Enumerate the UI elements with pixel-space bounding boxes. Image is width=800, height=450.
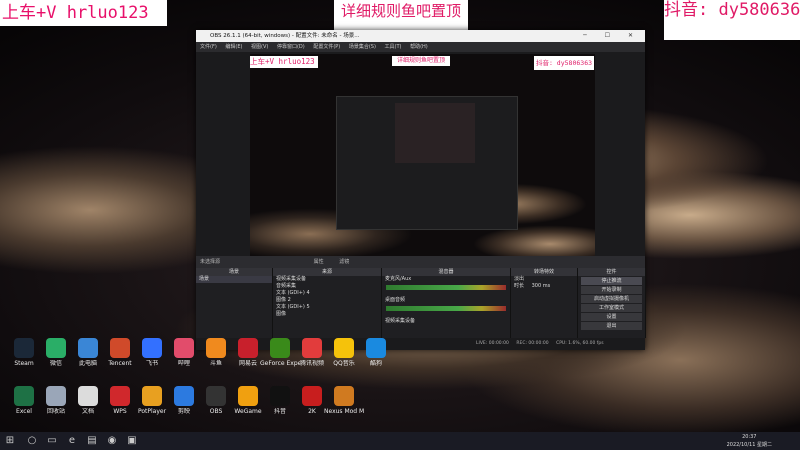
duration-label: 时长 bbox=[514, 283, 525, 289]
transition-type-select[interactable]: 淡出 bbox=[511, 276, 577, 283]
app-icon bbox=[302, 338, 322, 358]
menu-docks[interactable]: 停靠窗口(D) bbox=[277, 44, 305, 50]
source-item[interactable]: 音频采集 bbox=[273, 283, 381, 290]
mixer-channel-name: 视频采集设备 bbox=[385, 318, 416, 324]
sources-header: 来源 bbox=[273, 268, 381, 276]
app-icon bbox=[142, 386, 162, 406]
app-icon bbox=[174, 338, 194, 358]
menu-tools[interactable]: 工具(T) bbox=[385, 44, 402, 50]
explorer-icon[interactable]: ▤ bbox=[86, 435, 98, 447]
scenes-dock: 场景 场景 bbox=[196, 268, 273, 338]
app-icon bbox=[270, 386, 290, 406]
mixer-header: 混音器 bbox=[382, 268, 510, 276]
volume-meter bbox=[386, 285, 506, 290]
controls-header: 控件 bbox=[578, 268, 645, 276]
source-item[interactable]: 文本 (GDI+) 4 bbox=[273, 290, 381, 297]
edge-icon[interactable]: e bbox=[66, 435, 78, 447]
source-item[interactable]: 视频采集设备 bbox=[273, 276, 381, 283]
mixer-dock: 混音器 麦克风/Aux 桌面音频 视频采集设备 bbox=[382, 268, 511, 338]
duration-input[interactable]: 300 ms bbox=[532, 283, 551, 289]
obs-taskbar-icon[interactable]: ◉ bbox=[106, 435, 118, 447]
app-icon bbox=[78, 386, 98, 406]
source-item[interactable]: 图像 bbox=[273, 311, 381, 318]
menu-file[interactable]: 文件(F) bbox=[200, 44, 217, 50]
volume-meter bbox=[386, 306, 506, 311]
settings-button[interactable]: 设置 bbox=[581, 313, 642, 321]
app-icon bbox=[238, 386, 258, 406]
nested-obs-preview bbox=[336, 96, 518, 230]
menu-profile[interactable]: 配置文件(P) bbox=[313, 44, 340, 50]
studio-mode-button[interactable]: 工作室模式 bbox=[581, 304, 642, 312]
menu-help[interactable]: 帮助(H) bbox=[410, 44, 428, 50]
start-recording-button[interactable]: 开始录制 bbox=[581, 286, 642, 294]
transition-duration-row: 时长 300 ms bbox=[511, 283, 577, 290]
search-icon[interactable]: ○ bbox=[26, 435, 38, 447]
transitions-header: 转场特效 bbox=[511, 268, 577, 276]
scenes-header: 场景 bbox=[196, 268, 272, 276]
app-taskbar-icon[interactable]: ▣ bbox=[126, 435, 138, 447]
overlay-right-text: 抖音: dy5806363 bbox=[664, 0, 800, 40]
app-icon bbox=[110, 386, 130, 406]
app-icon bbox=[238, 338, 258, 358]
controls-dock: 控件 停止推流 开始录制 启动虚拟摄像机 工作室模式 设置 退出 bbox=[578, 268, 646, 338]
app-icon bbox=[110, 338, 130, 358]
desktop-icon[interactable]: Nexus Mod Manager bbox=[324, 386, 364, 415]
exit-button[interactable]: 退出 bbox=[581, 322, 642, 330]
transitions-dock: 转场特效 淡出 时长 300 ms bbox=[511, 268, 578, 338]
source-item[interactable]: 文本 (GDI+) 5 bbox=[273, 304, 381, 311]
filters-button[interactable]: 滤镜 bbox=[339, 259, 349, 265]
app-icon bbox=[78, 338, 98, 358]
app-icon bbox=[334, 386, 354, 406]
desktop-icons: Steam微信此电脑Tencent飞书哔哩斗鱼网易云GeForce Experi… bbox=[0, 330, 800, 430]
scene-item[interactable]: 场景 bbox=[196, 276, 272, 283]
app-icon bbox=[334, 338, 354, 358]
source-toolbar: 未选择源 属性 滤镜 bbox=[196, 256, 645, 268]
preview-canvas[interactable]: 上车+V hrluo123 详细规则鱼吧置顶 抖音: dy5806363 bbox=[250, 54, 595, 284]
app-icon bbox=[302, 386, 322, 406]
app-icon bbox=[206, 386, 226, 406]
obs-window: OBS 26.1.1 (64-bit, windows) - 配置文件: 未命名… bbox=[196, 30, 646, 350]
app-icon bbox=[14, 338, 34, 358]
menu-scene-collection[interactable]: 场景集合(S) bbox=[349, 44, 376, 50]
virtual-camera-button[interactable]: 启动虚拟摄像机 bbox=[581, 295, 642, 303]
task-view-icon[interactable]: ▭ bbox=[46, 435, 58, 447]
obs-title-bar[interactable]: OBS 26.1.1 (64-bit, windows) - 配置文件: 未命名… bbox=[196, 30, 645, 42]
desktop-icon-label: Nexus Mod Manager bbox=[324, 408, 364, 415]
overlay-middle-text: 详细规则鱼吧置顶 bbox=[334, 0, 468, 30]
preview-overlay-left: 上车+V hrluo123 bbox=[250, 56, 318, 68]
start-icon[interactable]: ⊞ bbox=[4, 435, 16, 447]
mixer-channel-name: 桌面音频 bbox=[385, 297, 406, 303]
mixer-channel-name: 麦克风/Aux bbox=[385, 276, 412, 282]
menu-view[interactable]: 视图(V) bbox=[251, 44, 268, 50]
menu-edit[interactable]: 编辑(E) bbox=[225, 44, 242, 50]
taskbar: ⊞ ○ ▭ e ▤ ◉ ▣ 20:37 2022/10/11 星期二 bbox=[0, 432, 800, 450]
preview-overlay-middle: 详细规则鱼吧置顶 bbox=[392, 56, 450, 66]
app-icon bbox=[46, 338, 66, 358]
app-icon bbox=[206, 338, 226, 358]
preview-overlay-right: 抖音: dy5806363 bbox=[534, 56, 594, 70]
app-icon bbox=[366, 338, 386, 358]
no-source-label: 未选择源 bbox=[200, 259, 221, 265]
app-icon bbox=[270, 338, 290, 358]
taskbar-clock[interactable]: 20:37 2022/10/11 星期二 bbox=[727, 433, 772, 449]
window-controls[interactable]: ─ ☐ ✕ bbox=[583, 30, 641, 42]
app-icon bbox=[142, 338, 162, 358]
app-icon bbox=[46, 386, 66, 406]
clock-time: 20:37 bbox=[742, 434, 757, 440]
nested-inner-preview bbox=[395, 103, 475, 163]
menu-bar: 文件(F) 编辑(E) 视图(V) 停靠窗口(D) 配置文件(P) 场景集合(S… bbox=[196, 42, 645, 52]
desktop-icon-label: 酷狗 bbox=[369, 360, 382, 367]
properties-button[interactable]: 属性 bbox=[314, 259, 324, 265]
window-title: OBS 26.1.1 (64-bit, windows) - 配置文件: 未命名… bbox=[210, 33, 360, 39]
clock-date: 2022/10/11 星期二 bbox=[726, 442, 772, 448]
source-item[interactable]: 图像 2 bbox=[273, 297, 381, 304]
app-icon bbox=[14, 386, 34, 406]
sources-dock: 来源 视频采集设备 音频采集 文本 (GDI+) 4 图像 2 文本 (GDI+… bbox=[273, 268, 382, 338]
desktop-icon[interactable]: 酷狗 bbox=[356, 338, 396, 367]
stop-streaming-button[interactable]: 停止推流 bbox=[581, 277, 642, 285]
app-icon bbox=[174, 386, 194, 406]
overlay-left-text: 上车+V hrluo123 bbox=[0, 0, 167, 26]
